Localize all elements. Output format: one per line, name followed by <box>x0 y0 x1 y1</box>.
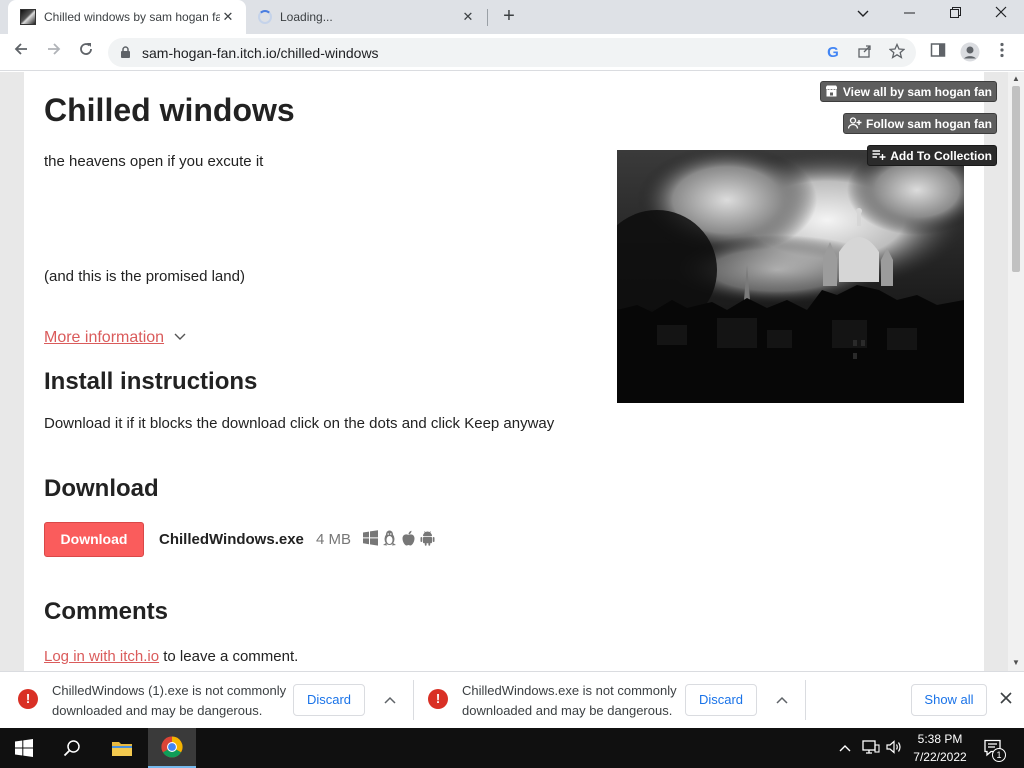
game-cover-image <box>617 150 964 403</box>
close-tab-icon[interactable]: ✕ <box>460 9 476 25</box>
tab-chilled-windows[interactable]: Chilled windows by sam hogan fan ✕ <box>8 0 246 34</box>
chrome-icon <box>161 736 183 758</box>
discard-button[interactable]: Discard <box>685 684 757 716</box>
forward-button[interactable] <box>41 39 67 65</box>
url-text: sam-hogan-fan.itch.io/chilled-windows <box>142 45 379 61</box>
login-suffix: to leave a comment. <box>159 648 299 665</box>
chevron-down-icon[interactable] <box>174 330 186 344</box>
lock-icon[interactable] <box>120 46 131 58</box>
search-button[interactable] <box>48 728 96 768</box>
file-name: ChilledWindows.exe <box>159 531 304 548</box>
scrollbar-thumb[interactable] <box>1012 86 1020 272</box>
add-to-collection-label: Add To Collection <box>890 148 992 163</box>
page-scrollbar[interactable]: ▲ ▼ <box>1008 72 1024 671</box>
follow-button[interactable]: Follow sam hogan fan <box>842 113 997 134</box>
clock-time: 5:38 PM <box>917 732 963 746</box>
page-viewport: Chilled windows the heavens open if you … <box>0 72 1008 671</box>
side-panel-icon[interactable] <box>928 42 948 62</box>
install-heading: Install instructions <box>44 368 258 395</box>
tab-strip: Chilled windows by sam hogan fan ✕ Loadi… <box>0 0 1024 34</box>
restore-button[interactable] <box>932 0 978 30</box>
notification-count-badge: 1 <box>992 748 1006 762</box>
follow-label: Follow sam hogan fan <box>865 116 992 131</box>
file-explorer-button[interactable] <box>98 728 146 768</box>
game-tagline: (and this is the promised land) <box>44 268 245 285</box>
warning-icon: ! <box>18 689 38 709</box>
scroll-up-arrow-icon[interactable]: ▲ <box>1012 74 1020 83</box>
folder-icon <box>112 742 132 756</box>
star-icon[interactable] <box>887 42 907 63</box>
comments-heading: Comments <box>44 598 169 625</box>
search-icon <box>63 740 80 757</box>
android-icon <box>420 531 435 546</box>
minimize-button[interactable] <box>886 0 932 30</box>
show-all-button[interactable]: Show all <box>911 684 987 716</box>
tab-title: Loading... <box>280 10 333 24</box>
linux-icon <box>383 530 396 546</box>
game-title: Chilled windows <box>44 92 295 128</box>
google-icon[interactable]: G <box>823 43 843 63</box>
download-item-1[interactable]: ! ChilledWindows (1).exe is not commonly… <box>0 672 410 729</box>
discard-button[interactable]: Discard <box>293 684 365 716</box>
chevron-up-icon[interactable] <box>382 690 398 710</box>
tab-title: Chilled windows by sam hogan fan <box>44 10 220 24</box>
windows-taskbar: 5:38 PM 7/22/2022 1 <box>0 728 1024 768</box>
login-prompt: Log in with itch.io to leave a comment. <box>44 648 298 665</box>
download-button[interactable]: Download <box>44 522 144 557</box>
itch-game-favicon-icon <box>20 9 36 25</box>
close-icon[interactable] <box>996 688 1016 712</box>
download-warning-text: ChilledWindows.exe is not commonly downl… <box>462 683 677 718</box>
volume-icon[interactable] <box>886 739 904 757</box>
view-all-button[interactable]: View all by sam hogan fan <box>819 81 997 102</box>
new-tab-button[interactable]: + <box>498 5 520 27</box>
windows-logo-icon <box>15 739 33 757</box>
tab-divider <box>487 9 488 26</box>
game-description: the heavens open if you excute it <box>44 153 264 170</box>
add-user-icon <box>847 116 862 131</box>
tab-search-icon[interactable] <box>840 0 886 30</box>
download-heading: Download <box>44 475 159 502</box>
close-tab-icon[interactable]: ✕ <box>220 9 236 25</box>
tab-loading[interactable]: Loading... ✕ <box>250 0 486 34</box>
download-divider <box>805 680 806 720</box>
reload-button[interactable] <box>73 39 99 65</box>
clock-date: 7/22/2022 <box>913 750 967 764</box>
chevron-up-icon[interactable] <box>774 690 790 710</box>
scroll-down-arrow-icon[interactable]: ▼ <box>1012 658 1020 667</box>
kebab-menu-icon[interactable] <box>992 42 1012 62</box>
itch-icon <box>825 85 839 99</box>
download-bar: ! ChilledWindows (1).exe is not commonly… <box>0 671 1024 728</box>
close-window-button[interactable] <box>978 0 1024 30</box>
apple-icon <box>402 530 415 546</box>
warning-icon: ! <box>428 689 448 709</box>
view-all-label: View all by sam hogan fan <box>842 84 992 99</box>
playlist-add-icon <box>872 149 886 163</box>
start-button[interactable] <box>0 728 48 768</box>
show-hidden-icons-chevron-icon[interactable] <box>836 739 854 757</box>
more-information-link[interactable]: More information <box>44 329 164 347</box>
add-to-collection-button[interactable]: Add To Collection <box>867 145 997 166</box>
system-clock[interactable]: 5:38 PM 7/22/2022 <box>906 730 974 766</box>
address-bar[interactable]: sam-hogan-fan.itch.io/chilled-windows G <box>108 38 916 67</box>
share-icon[interactable] <box>855 43 875 63</box>
download-warning-text: ChilledWindows (1).exe is not commonly d… <box>52 683 287 718</box>
profile-icon[interactable] <box>960 42 980 62</box>
loading-spinner-icon <box>258 10 272 24</box>
browser-toolbar: sam-hogan-fan.itch.io/chilled-windows G <box>0 34 1024 71</box>
game-page: Chilled windows the heavens open if you … <box>24 72 997 671</box>
download-item-2[interactable]: ! ChilledWindows.exe is not commonly dow… <box>410 672 806 729</box>
back-button[interactable] <box>8 39 34 65</box>
install-text: Download it if it blocks the download cl… <box>44 415 555 432</box>
file-size: 4 MB <box>316 531 352 548</box>
windows-icon <box>363 530 378 546</box>
login-link[interactable]: Log in with itch.io <box>44 648 159 665</box>
network-icon[interactable] <box>862 739 880 757</box>
chrome-taskbar-button[interactable] <box>148 728 196 768</box>
